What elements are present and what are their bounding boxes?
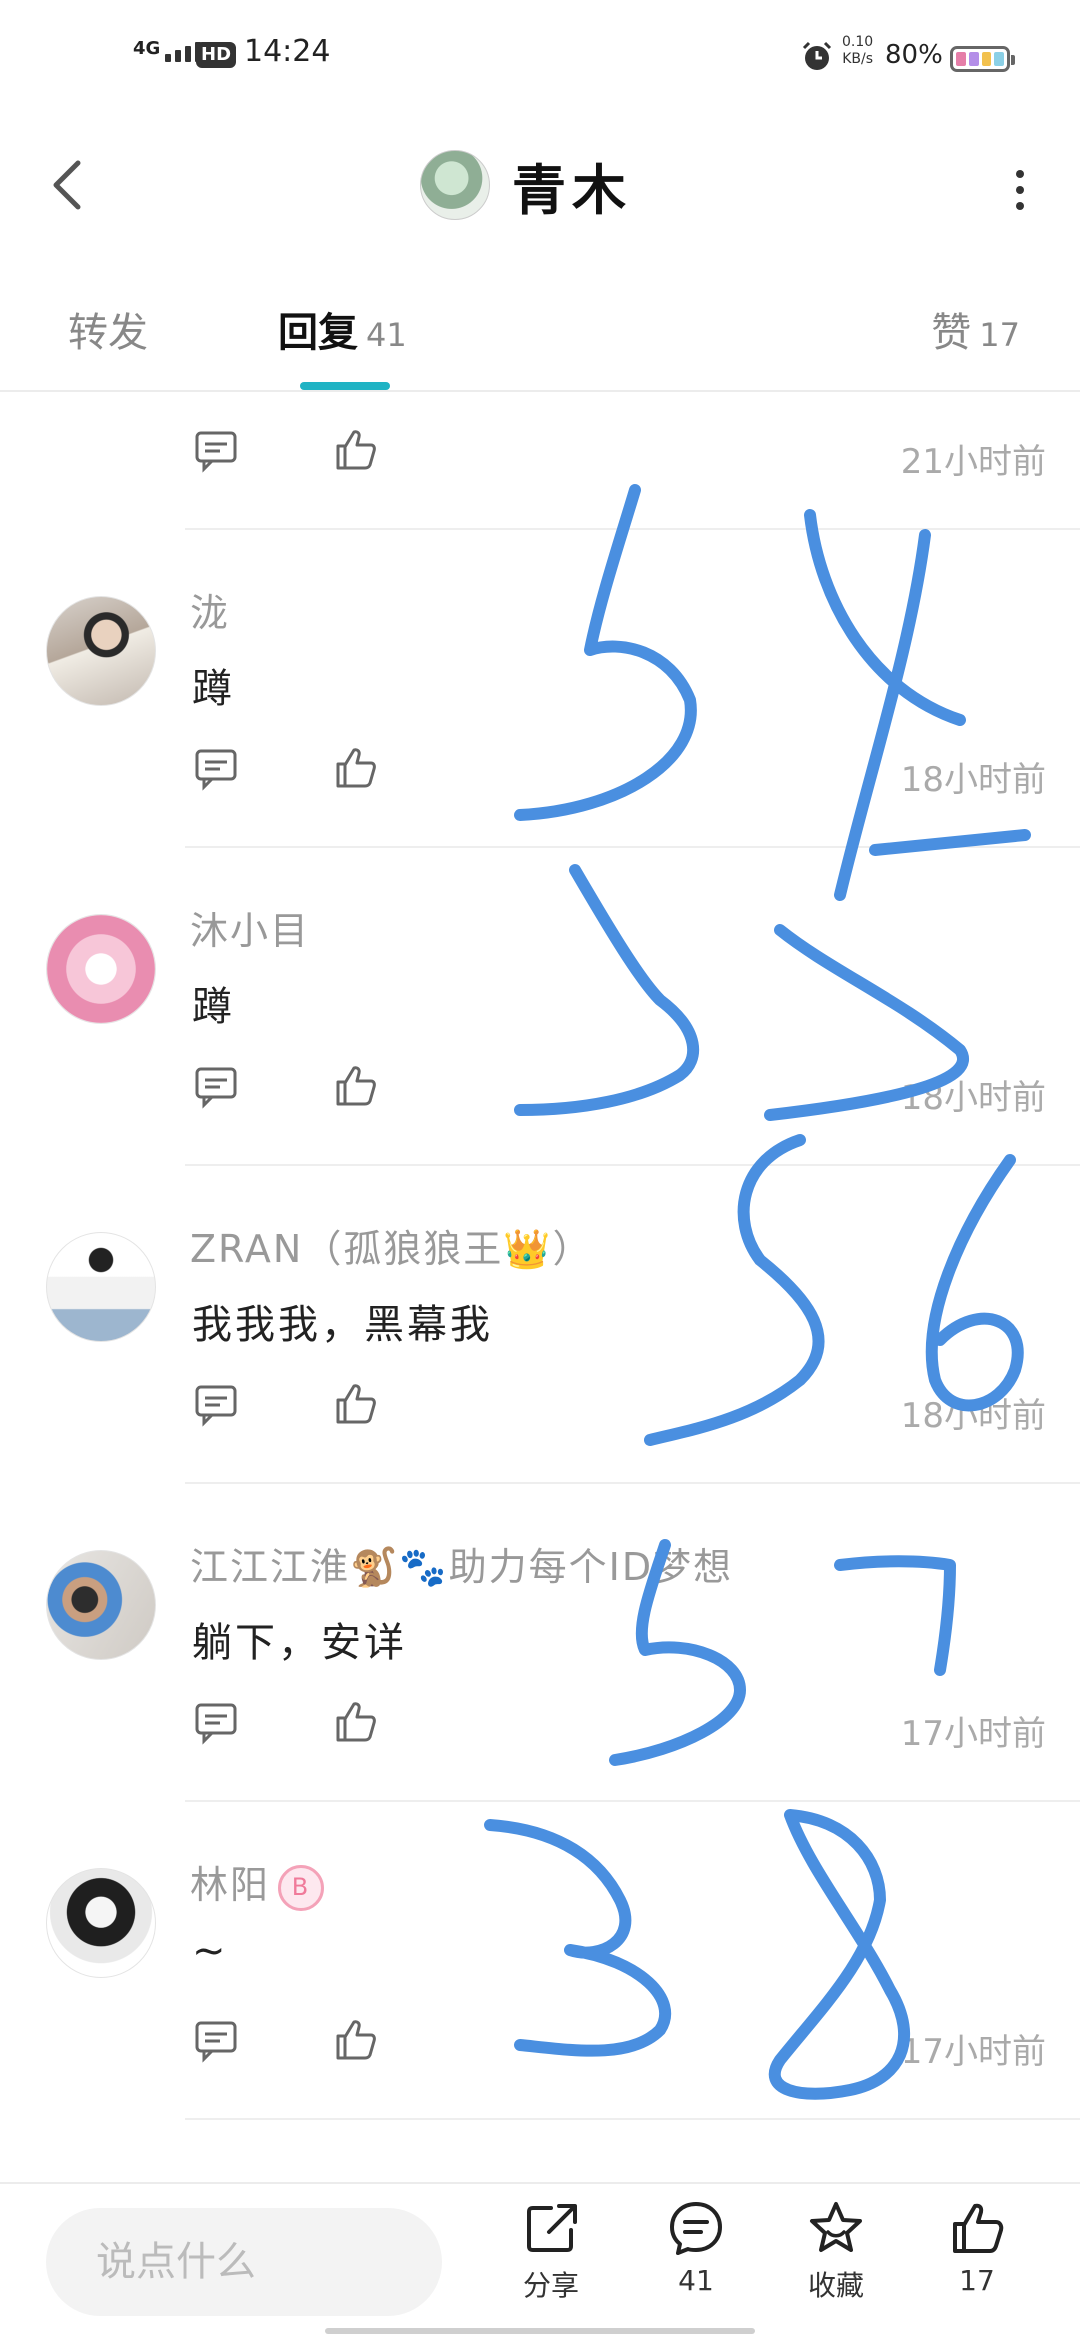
comment-author[interactable]: 江江江淮🐒🐾助力每个ID梦想 (190, 1536, 733, 1591)
comment-text: 我我我，黑幕我 (192, 1302, 493, 1348)
comment-time: 18小时前 (900, 760, 1046, 800)
top-nav: 青木 (0, 110, 1080, 260)
battery-percent: 80% (885, 40, 943, 70)
list-item: 江江江淮🐒🐾助力每个ID梦想 躺下，安详 17小时前 (0, 1484, 1080, 1802)
battery-cell (956, 52, 966, 66)
post-author[interactable]: 青木 (420, 145, 632, 225)
like-icon[interactable] (332, 2016, 380, 2064)
more-button[interactable] (1000, 160, 1040, 220)
share-label: 分享 (522, 2269, 579, 2302)
bottom-action-bar: 分享 41 收藏 17 (0, 2182, 1080, 2342)
network-type: 4G (133, 38, 161, 59)
member-badge: B (278, 1864, 325, 1911)
tab-reply[interactable]: 回复 41 (278, 300, 407, 358)
alarm-icon (802, 41, 832, 70)
like-icon[interactable] (332, 1698, 380, 1746)
comment-icon[interactable] (192, 1698, 240, 1746)
comment-author[interactable]: 走 落 且 仕 (190, 2172, 392, 2182)
tab-bar: 转发 回复 41 赞 17 (0, 280, 1080, 392)
avatar[interactable] (46, 1550, 156, 1660)
like-icon[interactable] (332, 744, 380, 792)
avatar[interactable] (46, 1232, 156, 1342)
thumbs-up-icon (953, 2203, 1004, 2253)
favorite-label: 收藏 (807, 2269, 864, 2302)
comment-count: 41 (678, 2264, 714, 2297)
comment-text: 躺下，安详 (192, 1620, 407, 1666)
list-item: 走 落 且 仕 (0, 2120, 1080, 2182)
comment-author[interactable]: 林阳 B (190, 1854, 325, 1911)
comment-icon[interactable] (192, 426, 240, 474)
list-item: 沐小目 蹲 18小时前 (0, 848, 1080, 1166)
tab-forward-label: 转发 (68, 310, 148, 356)
hd-badge: HD (196, 42, 237, 68)
like-icon[interactable] (332, 1062, 380, 1110)
tab-active-indicator (300, 382, 390, 390)
comment-text: ~ (192, 1928, 229, 1974)
page-title: 青木 (512, 158, 632, 222)
list-item: 21小时前 (0, 392, 1080, 530)
list-item: 泷 蹲 18小时前 (0, 530, 1080, 848)
favorite-button[interactable]: 收藏 (781, 2198, 891, 2304)
list-item: ZRAN（孤狼狼王👑） 我我我，黑幕我 18小时前 (0, 1166, 1080, 1484)
like-icon[interactable] (332, 1380, 380, 1428)
back-button[interactable] (36, 150, 96, 220)
chevron-left-icon (53, 160, 81, 210)
share-button[interactable]: 分享 (496, 2198, 606, 2304)
tab-reply-count: 41 (366, 316, 407, 354)
comment-author[interactable]: 沐小目 (190, 900, 310, 955)
comment-time: 18小时前 (900, 1396, 1046, 1436)
home-indicator[interactable] (325, 2328, 755, 2334)
battery-cell (981, 52, 992, 66)
comment-icon[interactable] (192, 2016, 240, 2064)
list-item: 林阳 B ~ 17小时前 (0, 1802, 1080, 2120)
like-icon[interactable] (332, 426, 380, 474)
comment-icon[interactable] (192, 744, 240, 792)
speed-unit: KB/s (842, 51, 873, 67)
tab-likes-count: 17 (979, 316, 1020, 354)
battery-cell (994, 52, 1004, 66)
author-name: 林阳 (190, 1863, 271, 1907)
comment-time: 17小时前 (900, 2032, 1046, 2072)
like-count: 17 (959, 2264, 995, 2297)
battery-cell (968, 52, 979, 66)
comment-text: 蹲 (192, 666, 235, 712)
comment-bubble-icon (670, 2202, 722, 2255)
share-icon (527, 2204, 577, 2252)
reply-list[interactable]: 21小时前 泷 蹲 18小时前 沐小目 蹲 18小时前 ZRAN（孤狼狼王👑） … (0, 392, 1080, 2182)
battery-icon (950, 46, 1015, 72)
author-avatar[interactable] (420, 150, 490, 220)
comment-author[interactable]: ZRAN（孤狼狼王👑） (190, 1218, 593, 1273)
tab-likes[interactable]: 赞 17 (931, 300, 1020, 358)
speed-value: 0.10 (842, 34, 874, 50)
network-speed: 0.10 KB/s (842, 34, 873, 68)
comment-button[interactable]: 41 (641, 2198, 751, 2297)
avatar[interactable] (46, 1868, 156, 1978)
comment-time: 18小时前 (900, 1078, 1046, 1118)
comment-time: 21小时前 (900, 442, 1046, 482)
like-button[interactable]: 17 (922, 2198, 1032, 2297)
reply-input[interactable] (46, 2208, 442, 2316)
tab-likes-label: 赞 (931, 310, 972, 356)
tab-forward[interactable]: 转发 (68, 300, 156, 358)
comment-text: 蹲 (192, 984, 235, 1030)
star-icon (810, 2202, 862, 2252)
avatar[interactable] (46, 596, 156, 706)
comment-icon[interactable] (192, 1062, 240, 1110)
tab-reply-label: 回复 (278, 310, 358, 356)
avatar[interactable] (46, 914, 156, 1024)
comment-time: 17小时前 (900, 1714, 1046, 1754)
status-bar: 4G HD 14:24 0.10 KB/s 80% (0, 0, 1080, 110)
comment-icon[interactable] (192, 1380, 240, 1428)
comment-author[interactable]: 泷 (190, 582, 230, 637)
